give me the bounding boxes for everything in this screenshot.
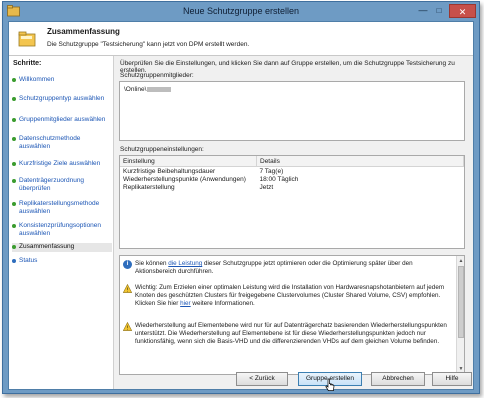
cancel-button[interactable]: Abbrechen <box>371 372 425 386</box>
maximize-button[interactable]: □ <box>432 5 446 17</box>
more-info-link[interactable]: hier <box>180 300 191 307</box>
wizard-header: Zusammenfassung Die Schutzgruppe "Testsi… <box>9 22 473 56</box>
info-icon: i <box>123 260 132 269</box>
members-label: Schutzgruppenmitglieder: <box>120 72 194 79</box>
window-title: Neue Schutzgruppe erstellen <box>182 6 300 16</box>
pending-step-icon <box>12 259 16 263</box>
completed-step-icon <box>12 97 16 101</box>
svg-text:!: ! <box>127 326 129 331</box>
settings-table-box[interactable]: Einstellung Details Kurzfristige Beibeha… <box>119 155 465 249</box>
dialog-window: Neue Schutzgruppe erstellen — □ ✕ Zusamm… <box>2 1 480 394</box>
steps-sidebar: Schritte: Willkommen Schutzgruppentyp au… <box>9 56 114 389</box>
settings-label: Schutzgruppeneinstellungen: <box>120 146 204 153</box>
completed-step-icon <box>12 78 16 82</box>
completed-step-icon <box>12 179 16 183</box>
member-item[interactable]: \Online\ <box>124 86 172 93</box>
close-button[interactable]: ✕ <box>449 4 476 18</box>
page-subtitle: Die Schutzgruppe "Testsicherung" kann je… <box>47 41 250 48</box>
folder-icon <box>18 31 36 47</box>
completed-step-icon <box>12 224 16 228</box>
performance-link[interactable]: die Leistung <box>168 260 202 267</box>
optimize-note: i Sie können die Leistung dieser Schutzg… <box>123 260 451 276</box>
page-title: Zusammenfassung <box>47 27 120 36</box>
setting-name: Kurzfristige Beibehaltungsdauer <box>123 167 216 175</box>
minimize-button[interactable]: — <box>416 5 430 17</box>
back-button[interactable]: < Zurück <box>236 372 288 386</box>
completed-step-icon <box>12 202 16 206</box>
table-header-row: Einstellung Details <box>120 156 464 167</box>
setting-detail: 7 Tag(e) <box>259 167 284 175</box>
warning-icon: ! <box>123 322 132 331</box>
setting-detail: 18:00 Täglich <box>259 175 299 183</box>
notes-scrollbar[interactable]: ▲ ▼ <box>456 256 464 374</box>
dialog-client: Zusammenfassung Die Schutzgruppe "Testsi… <box>8 21 474 390</box>
item-level-recovery-note: ! Wiederherstellung auf Elementebene wir… <box>123 322 451 346</box>
setting-name: Wiederherstellungspunkte (Anwendungen) <box>123 175 246 183</box>
setting-name: Replikaterstellung <box>123 183 175 191</box>
sidebar-item-konsistenzpruefung[interactable]: Konsistenzprüfungsoptionen auswählen <box>12 222 112 238</box>
settings-table: Einstellung Details Kurzfristige Beibeha… <box>120 156 464 191</box>
sidebar-item-willkommen[interactable]: Willkommen <box>12 76 112 84</box>
sidebar-item-datenschutzmethode[interactable]: Datenschutzmethode auswählen <box>12 135 112 151</box>
sidebar-item-datentraegerzuordnung[interactable]: Datenträgerzuordnung überprüfen <box>12 177 112 193</box>
title-bar[interactable]: Neue Schutzgruppe erstellen — □ ✕ <box>3 2 479 21</box>
current-step-icon <box>12 245 16 249</box>
sidebar-item-gruppenmitglieder[interactable]: Gruppenmitglieder auswählen <box>12 116 112 124</box>
sidebar-item-replikaterstellung[interactable]: Replikaterstellungsmethode auswählen <box>12 200 112 216</box>
svg-text:!: ! <box>127 288 129 293</box>
table-row[interactable]: Wiederherstellungspunkte (Anwendungen) 1… <box>120 175 464 183</box>
scroll-up-arrow-icon[interactable]: ▲ <box>457 257 464 265</box>
main-pane: Überprüfen Sie die Einstellungen, und kl… <box>114 56 473 389</box>
steps-heading: Schritte: <box>13 60 42 67</box>
completed-step-icon <box>12 162 16 166</box>
members-box[interactable]: \Online\ <box>119 81 465 141</box>
redacted-text <box>147 86 172 92</box>
notes-panel: i Sie können die Leistung dieser Schutzg… <box>119 255 465 375</box>
warning-icon: ! <box>123 284 132 293</box>
csv-warning-note: ! Wichtig: Zum Erzielen einer optimalen … <box>123 284 451 308</box>
sidebar-item-zusammenfassung[interactable]: Zusammenfassung <box>12 243 112 252</box>
sidebar-item-status[interactable]: Status <box>12 257 112 265</box>
mouse-cursor-icon <box>325 378 335 391</box>
column-header-details[interactable]: Details <box>256 156 464 167</box>
scroll-thumb[interactable] <box>458 266 464 338</box>
table-row[interactable]: Replikaterstellung Jetzt <box>120 183 464 191</box>
setting-detail: Jetzt <box>259 183 274 191</box>
completed-step-icon <box>12 137 16 141</box>
sidebar-item-schutzgruppentyp[interactable]: Schutzgruppentyp auswählen <box>12 95 112 103</box>
help-button[interactable]: Hilfe <box>432 372 472 386</box>
table-row[interactable]: Kurzfristige Beibehaltungsdauer 7 Tag(e) <box>120 167 464 176</box>
sidebar-item-kurzfristige-ziele[interactable]: Kurzfristige Ziele auswählen <box>12 160 112 168</box>
completed-step-icon <box>12 118 16 122</box>
column-header-einstellung[interactable]: Einstellung <box>120 156 257 167</box>
